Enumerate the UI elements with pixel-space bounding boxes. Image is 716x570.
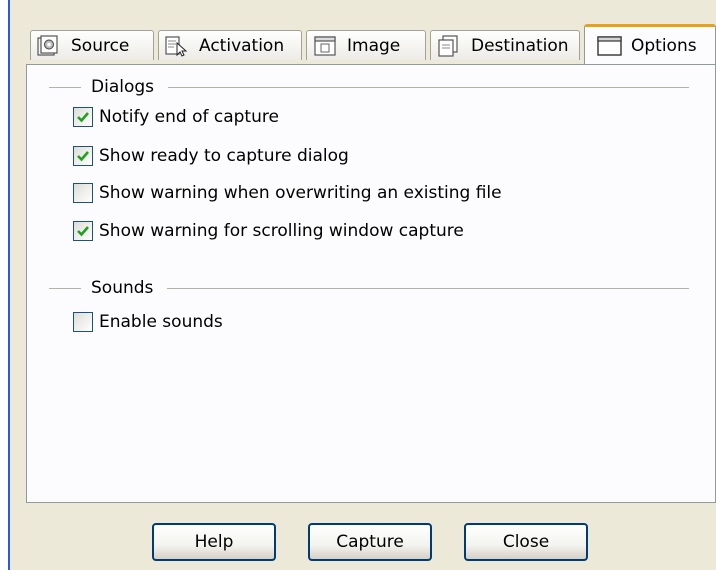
overwrite-warning-label: Show warning when overwriting an existin… <box>99 183 502 203</box>
destination-icon <box>437 34 463 57</box>
show-ready-dialog-checkbox[interactable] <box>73 146 93 166</box>
capture-button[interactable]: Capture <box>308 523 432 561</box>
tab-activation-label: Activation <box>199 35 285 56</box>
overwrite-warning-option[interactable]: Show warning when overwriting an existin… <box>73 183 502 203</box>
capture-settings-window: Source Activation Image Destination Opti… <box>8 0 716 570</box>
overwrite-warning-checkbox[interactable] <box>73 183 93 203</box>
tab-source[interactable]: Source <box>30 30 154 60</box>
tab-activation[interactable]: Activation <box>158 30 302 60</box>
enable-sounds-checkbox[interactable] <box>73 312 93 332</box>
checkmark-icon <box>77 151 89 162</box>
help-button[interactable]: Help <box>152 523 276 561</box>
tab-options[interactable]: Options <box>584 24 716 64</box>
checkmark-icon <box>77 112 89 123</box>
activation-icon <box>165 35 191 57</box>
close-button[interactable]: Close <box>464 523 588 561</box>
dialogs-group-header: Dialogs <box>49 76 689 98</box>
source-icon <box>37 34 63 57</box>
tab-options-label: Options <box>631 35 697 56</box>
enable-sounds-option[interactable]: Enable sounds <box>73 312 223 332</box>
scrolling-capture-warning-label: Show warning for scrolling window captur… <box>99 221 464 241</box>
tab-image[interactable]: Image <box>306 30 426 60</box>
group-divider <box>168 86 689 88</box>
checkmark-icon <box>77 226 89 237</box>
tab-destination[interactable]: Destination <box>430 30 580 60</box>
group-divider <box>49 86 81 88</box>
notify-end-of-capture-option[interactable]: Notify end of capture <box>73 107 279 127</box>
enable-sounds-label: Enable sounds <box>99 312 223 332</box>
tab-bar: Source Activation Image Destination Opti… <box>28 24 716 64</box>
tab-image-label: Image <box>347 35 401 56</box>
options-window-icon <box>597 35 623 57</box>
scrolling-capture-warning-option[interactable]: Show warning for scrolling window captur… <box>73 221 464 241</box>
show-ready-dialog-label: Show ready to capture dialog <box>99 146 349 166</box>
sounds-group-title: Sounds <box>91 278 154 298</box>
options-panel: Dialogs Notify end of capture Show ready… <box>26 64 716 503</box>
scrolling-capture-warning-checkbox[interactable] <box>73 221 93 241</box>
dialogs-group-title: Dialogs <box>91 77 155 97</box>
tab-source-label: Source <box>71 35 130 56</box>
show-ready-dialog-option[interactable]: Show ready to capture dialog <box>73 146 349 166</box>
sounds-group-header: Sounds <box>49 277 689 299</box>
group-divider <box>167 287 689 289</box>
image-icon <box>313 35 339 57</box>
notify-end-of-capture-label: Notify end of capture <box>99 107 279 127</box>
tab-destination-label: Destination <box>471 35 569 56</box>
notify-end-of-capture-checkbox[interactable] <box>73 107 93 127</box>
group-divider <box>49 287 81 289</box>
